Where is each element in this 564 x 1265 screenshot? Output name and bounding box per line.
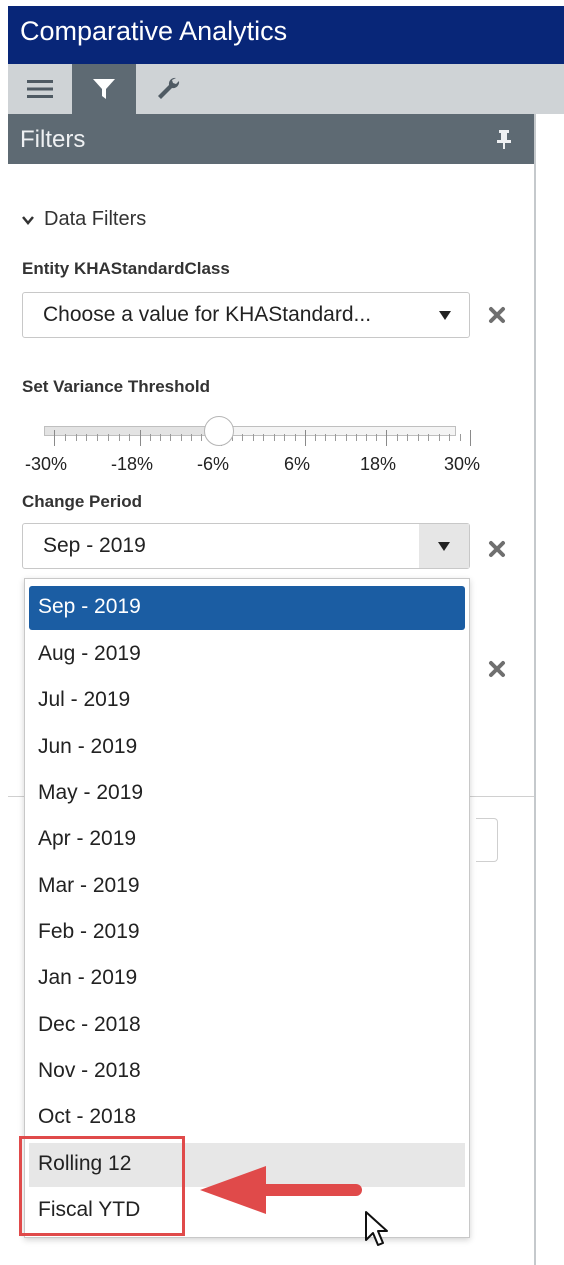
annotation-highlight-box xyxy=(19,1136,185,1236)
option-aug-2019[interactable]: Aug - 2019 xyxy=(29,633,465,677)
option-jul-2019[interactable]: Jul - 2019 xyxy=(29,679,465,723)
slider-minor-tick xyxy=(263,434,264,441)
slider-minor-tick xyxy=(438,434,440,441)
app-window: Comparative Analytics Filters Data Filte… xyxy=(0,0,564,1265)
change-period-value: Sep - 2019 xyxy=(43,534,146,557)
change-period-label: Change Period xyxy=(22,492,142,511)
filters-tab[interactable] xyxy=(72,64,136,114)
slider-minor-tick xyxy=(396,434,398,441)
slider-minor-tick xyxy=(75,434,77,441)
slider-minor-tick xyxy=(417,434,419,441)
wrench-icon xyxy=(158,77,180,99)
slider-minor-tick xyxy=(315,434,317,441)
entity-class-select[interactable]: Choose a value for KHAStandard... xyxy=(22,292,470,338)
slider-minor-tick xyxy=(428,434,429,441)
slider-minor-tick xyxy=(294,434,296,441)
slider-minor-tick xyxy=(375,434,377,441)
slider-minor-tick xyxy=(355,434,357,441)
annotation-arrow-icon xyxy=(200,1166,362,1214)
clear-entity-icon[interactable] xyxy=(486,304,508,326)
option-jun-2019[interactable]: Jun - 2019 xyxy=(29,726,465,770)
slider-minor-tick xyxy=(107,434,109,441)
option-apr-2019[interactable]: Apr - 2019 xyxy=(29,818,465,862)
tick-label: -30% xyxy=(24,454,68,474)
menu-tab[interactable] xyxy=(8,64,72,114)
hidden-input-edge xyxy=(476,818,498,862)
chevron-down-icon xyxy=(22,215,34,225)
slider-major-tick xyxy=(54,430,55,446)
slider-minor-tick xyxy=(64,434,66,441)
slider-minor-tick xyxy=(190,434,192,441)
change-period-caret-button[interactable] xyxy=(419,524,469,568)
clear-filter-icon[interactable] xyxy=(486,658,508,680)
option-nov-2018[interactable]: Nov - 2018 xyxy=(29,1050,465,1094)
filters-panel-header: Filters xyxy=(8,114,534,164)
option-feb-2019[interactable]: Feb - 2019 xyxy=(29,911,465,955)
slider-minor-tick xyxy=(407,434,408,441)
slider-minor-tick xyxy=(242,434,243,441)
slider-minor-tick xyxy=(200,434,202,441)
slider-minor-tick xyxy=(284,434,285,441)
panel-title: Filters xyxy=(20,126,86,153)
option-may-2019[interactable]: May - 2019 xyxy=(29,772,465,816)
slider-minor-tick xyxy=(252,434,254,441)
slider-major-tick xyxy=(140,430,141,446)
slider-minor-tick xyxy=(180,434,182,441)
slider-minor-tick xyxy=(273,434,275,441)
data-filters-heading: Data Filters xyxy=(44,208,147,230)
slider-minor-tick xyxy=(345,434,347,441)
clear-change-period-icon[interactable] xyxy=(486,538,508,560)
slider-minor-tick xyxy=(97,434,98,441)
slider-minor-tick xyxy=(150,434,152,441)
variance-slider-track[interactable] xyxy=(44,426,456,436)
variance-threshold-label: Set Variance Threshold xyxy=(22,377,211,396)
slider-minor-tick xyxy=(118,434,120,441)
variance-slider-fill xyxy=(45,427,223,435)
tick-label: -6% xyxy=(196,454,230,474)
hamburger-icon xyxy=(27,80,53,98)
caret-down-icon xyxy=(438,541,450,551)
slider-minor-tick xyxy=(325,434,327,441)
tools-tab[interactable] xyxy=(136,64,200,114)
slider-major-tick xyxy=(386,430,387,446)
entity-class-label: Entity KHAStandardClass xyxy=(22,259,230,278)
toolbar xyxy=(8,64,564,114)
app-title-bar: Comparative Analytics xyxy=(8,6,564,64)
entity-class-value: Choose a value for KHAStandard... xyxy=(43,303,372,326)
slider-minor-tick xyxy=(459,434,461,441)
slider-minor-tick xyxy=(170,434,172,441)
tick-label: -18% xyxy=(110,454,154,474)
option-dec-2018[interactable]: Dec - 2018 xyxy=(29,1004,465,1048)
option-mar-2019[interactable]: Mar - 2019 xyxy=(29,865,465,909)
option-jan-2019[interactable]: Jan - 2019 xyxy=(29,957,465,1001)
pin-icon[interactable] xyxy=(496,129,512,149)
slider-minor-tick xyxy=(449,434,450,441)
tick-label: 18% xyxy=(359,454,397,474)
slider-minor-tick xyxy=(129,434,131,441)
option-oct-2018[interactable]: Oct - 2018 xyxy=(29,1096,465,1140)
slider-minor-tick xyxy=(160,434,162,441)
tick-label: 6% xyxy=(283,454,311,474)
change-period-select[interactable]: Sep - 2019 xyxy=(22,523,470,569)
tick-label: 30% xyxy=(443,454,481,474)
slider-minor-tick xyxy=(365,434,367,441)
slider-minor-tick xyxy=(335,434,337,441)
option-sep-2019[interactable]: Sep - 2019 xyxy=(29,586,465,630)
app-title: Comparative Analytics xyxy=(20,16,288,46)
caret-down-icon xyxy=(439,310,451,320)
slider-minor-tick xyxy=(86,434,88,441)
mouse-pointer-icon xyxy=(365,1211,388,1246)
slider-major-tick xyxy=(305,430,306,446)
data-filters-section-toggle[interactable]: Data Filters xyxy=(22,208,146,231)
slider-major-tick xyxy=(470,430,471,446)
filter-icon xyxy=(93,79,115,99)
variance-slider-handle[interactable] xyxy=(204,416,234,446)
